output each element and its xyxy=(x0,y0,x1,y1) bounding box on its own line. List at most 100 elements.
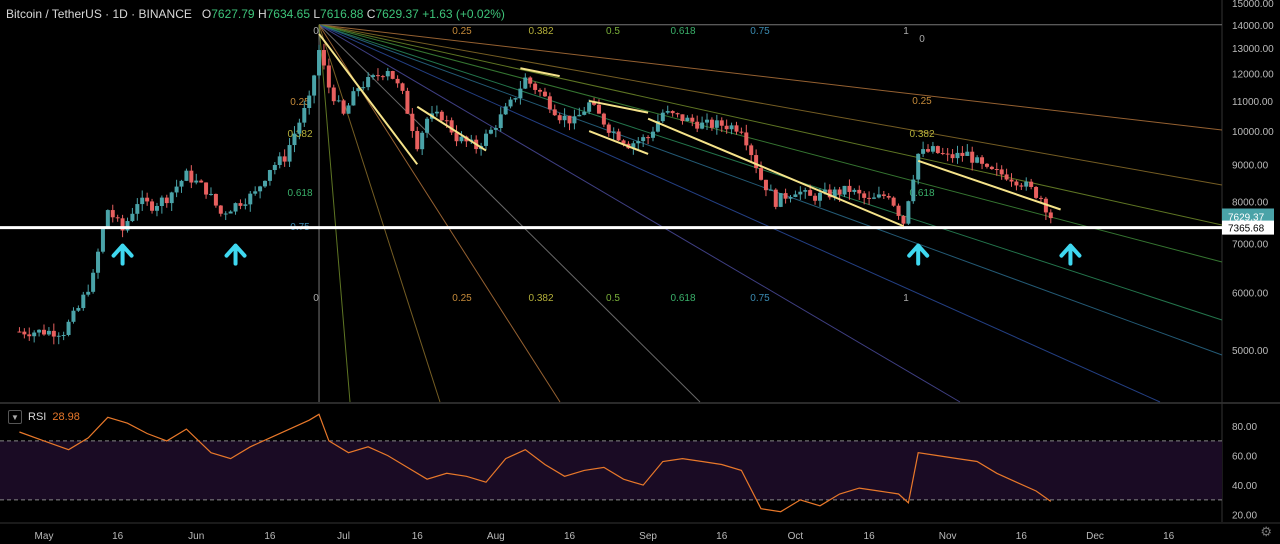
candle-body xyxy=(208,193,213,195)
candle-body xyxy=(650,131,655,138)
candle-body xyxy=(76,308,81,311)
price-tick-label: 14000.00 xyxy=(1232,21,1274,32)
candle-body xyxy=(204,182,209,195)
time-tick-label: 16 xyxy=(412,531,424,542)
candle-body xyxy=(302,107,307,123)
rsi-name[interactable]: RSI xyxy=(28,411,46,423)
candle-body xyxy=(714,120,719,128)
candle-body xyxy=(159,197,164,206)
candle-body xyxy=(994,169,999,171)
candle-body xyxy=(17,331,22,333)
candle-body xyxy=(528,77,533,84)
candle-body xyxy=(366,76,371,88)
candle-body xyxy=(400,83,405,91)
candle-body xyxy=(493,128,498,130)
candle-body xyxy=(307,95,312,108)
candle-body xyxy=(754,155,759,169)
fan-top-label: 0.382 xyxy=(528,26,553,37)
candle-body xyxy=(636,141,641,144)
candle-body xyxy=(32,332,37,337)
candle-body xyxy=(184,170,189,181)
rsi-tick-label: 20.00 xyxy=(1232,511,1257,522)
time-tick-label: 16 xyxy=(716,531,728,542)
candle-body xyxy=(51,330,56,337)
chevron-down-icon[interactable]: ▼ xyxy=(8,410,22,424)
candle-body xyxy=(425,118,430,133)
candle-body xyxy=(194,180,199,183)
candle-body xyxy=(243,204,248,206)
candle-body xyxy=(808,190,813,196)
candle-body xyxy=(61,334,66,336)
fan-side-label: 0.618 xyxy=(287,188,312,199)
candle xyxy=(100,227,105,254)
fan2-side-label: 0 xyxy=(919,34,925,45)
symbol-name[interactable]: Bitcoin / TetherUS xyxy=(6,7,102,21)
rsi-tick-label: 40.00 xyxy=(1232,481,1257,492)
candle-body xyxy=(488,129,493,134)
interval-label[interactable]: 1D xyxy=(113,7,128,21)
price-tick-label: 11000.00 xyxy=(1232,97,1273,108)
candle-body xyxy=(935,146,940,154)
candle-body xyxy=(646,137,651,139)
candle-body xyxy=(81,294,86,309)
candle-body xyxy=(763,179,768,191)
candle-body xyxy=(803,190,808,192)
candle-body xyxy=(778,193,783,207)
candle-body xyxy=(773,189,778,207)
candle-body xyxy=(410,113,415,132)
candle-body xyxy=(46,330,51,335)
candle xyxy=(1034,186,1039,200)
time-tick-label: Sep xyxy=(639,531,657,542)
candle-body xyxy=(970,151,975,163)
candle-body xyxy=(405,90,410,114)
candle-body xyxy=(1004,174,1009,180)
candle-body xyxy=(218,205,223,214)
candle-body xyxy=(601,113,606,125)
candle-body xyxy=(930,146,935,152)
candle-body xyxy=(498,114,503,129)
candle-body xyxy=(587,102,592,112)
candle-body xyxy=(434,111,439,114)
candle-body xyxy=(199,180,204,183)
candle-body xyxy=(596,104,601,114)
candle-body xyxy=(729,125,734,130)
candle-body xyxy=(606,124,611,133)
chart-canvas[interactable]: 15000.0014000.0013000.0012000.0011000.00… xyxy=(0,0,1280,544)
candle-body xyxy=(439,111,444,121)
candle-body xyxy=(577,114,582,117)
candle-body xyxy=(547,96,552,110)
candle-body xyxy=(56,335,61,337)
candle-body xyxy=(228,211,233,214)
candle-body xyxy=(695,121,700,129)
candle-body xyxy=(611,131,616,133)
rsi-tick-label: 60.00 xyxy=(1232,452,1257,463)
candle-body xyxy=(788,196,793,199)
low-value: 7616.88 xyxy=(320,7,364,21)
candle-body xyxy=(292,133,297,146)
close-value: 7629.37 xyxy=(375,7,419,21)
gear-icon[interactable]: ⚙ xyxy=(1260,524,1272,540)
fan-top-label: 0.75 xyxy=(750,26,770,37)
candle-body xyxy=(238,203,243,206)
candle-body xyxy=(862,193,867,198)
candle-body xyxy=(867,197,872,199)
candle-body xyxy=(518,88,523,99)
candle-body xyxy=(27,334,32,337)
candle xyxy=(891,196,896,207)
candle-body xyxy=(321,50,326,66)
fan-side-label: 0.25 xyxy=(290,97,310,108)
candle-body xyxy=(277,156,282,165)
time-tick-label: Nov xyxy=(939,531,957,542)
candle-body xyxy=(749,145,754,156)
candle-body xyxy=(975,157,980,163)
candle xyxy=(439,110,444,122)
fan-bottom-label: 0.5 xyxy=(606,293,620,304)
candle-body xyxy=(140,197,145,205)
candle-body xyxy=(847,185,852,192)
candle-body xyxy=(282,156,287,162)
candle-body xyxy=(415,131,420,150)
candle-body xyxy=(145,197,150,202)
fan-bottom-label: 0 xyxy=(313,293,319,304)
exchange-label: BINANCE xyxy=(138,7,192,21)
candle-body xyxy=(248,193,253,205)
